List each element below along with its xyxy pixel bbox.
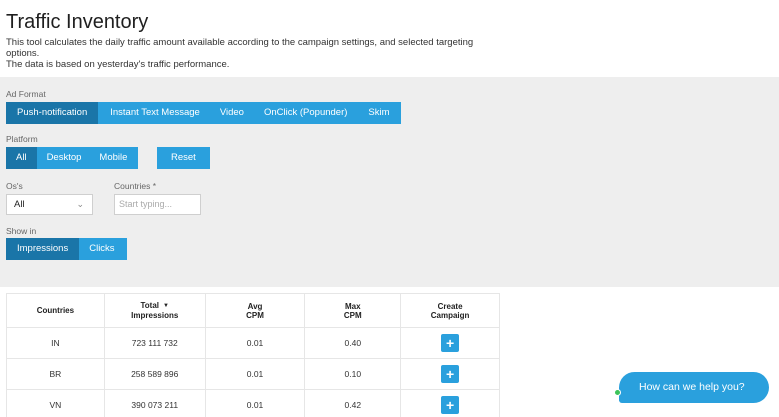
col-avg-cpm[interactable]: Avg CPM [205,293,306,328]
platform-desktop[interactable]: Desktop [37,147,92,169]
col-max-cpm-line1: Max [344,301,361,311]
ad-format-instant-text-message[interactable]: Instant Text Message [98,102,210,124]
col-create-line1: Create [437,301,463,311]
col-total-impressions-line2: Impressions [131,311,179,320]
table-row: VN 390 073 211 0.01 0.42 + [6,389,500,417]
cell-max-cpm: 0.42 [304,389,402,417]
cell-impressions: 390 073 211 [104,389,206,417]
col-create-campaign: Create Campaign [400,293,500,328]
platform-label: Platform [6,134,38,144]
table-row: IN 723 111 732 0.01 0.40 + [6,327,500,359]
countries-input[interactable]: Start typing... [114,194,201,215]
cell-country: VN [6,389,105,417]
os-select[interactable]: All ⌄ [6,194,93,215]
chat-widget-button[interactable]: How can we help you? [619,372,769,403]
page-description: This tool calculates the daily traffic a… [6,37,506,70]
cell-country: IN [6,327,105,359]
cell-create: + [400,327,500,359]
cell-avg-cpm: 0.01 [205,358,306,390]
countries-input-placeholder: Start typing... [119,199,173,209]
col-countries[interactable]: Countries [6,293,105,328]
cell-avg-cpm: 0.01 [205,327,306,359]
online-status-dot [614,389,621,396]
page-header: Traffic Inventory This tool calculates t… [0,0,779,77]
create-campaign-button[interactable]: + [441,365,460,383]
chat-widget-label: How can we help you? [639,381,745,393]
cell-create: + [400,358,500,390]
show-in-toggle: Impressions Clicks [6,238,127,260]
col-create-line2: Campaign [430,310,470,320]
show-in-label: Show in [6,226,37,236]
caret-down-icon: ▼ [163,303,169,309]
ad-format-toggle: Push-notification Instant Text Message V… [6,102,401,124]
cell-country: BR [6,358,105,390]
countries-label: Countries * [114,181,157,191]
os-select-value: All [14,199,25,210]
cell-impressions: 258 589 896 [104,358,206,390]
description-line-1: This tool calculates the daily traffic a… [6,37,474,59]
show-in-impressions[interactable]: Impressions [6,238,80,260]
show-in-clicks[interactable]: Clicks [79,238,126,260]
col-total-impressions-line1: Total [140,301,159,310]
cell-create: + [400,389,500,417]
col-avg-cpm-line2: CPM [246,310,264,320]
col-total-impressions[interactable]: Total ▼ Impressions [104,293,206,328]
col-max-cpm[interactable]: Max CPM [304,293,402,328]
description-line-2: The data is based on yesterday's traffic… [6,59,230,70]
platform-all[interactable]: All [6,147,37,169]
ad-format-video[interactable]: Video [210,102,254,124]
traffic-table: Countries Total ▼ Impressions Avg CPM Max… [6,293,500,417]
platform-toggle: All Desktop Mobile [6,147,139,169]
cell-max-cpm: 0.10 [304,358,402,390]
reset-button[interactable]: Reset [157,147,210,169]
ad-format-onclick-popunder[interactable]: OnClick (Popunder) [254,102,357,124]
col-max-cpm-line2: CPM [343,310,362,320]
cell-max-cpm: 0.40 [304,327,402,359]
chevron-down-icon: ⌄ [76,199,84,209]
create-campaign-button[interactable]: + [441,334,460,352]
traffic-table-wrap: Countries Total ▼ Impressions Avg CPM Max… [6,293,500,417]
cell-avg-cpm: 0.01 [205,389,306,417]
os-label: Os's [6,181,23,191]
col-avg-cpm-line1: Avg [247,301,263,311]
create-campaign-button[interactable]: + [441,396,460,414]
platform-mobile[interactable]: Mobile [91,147,138,169]
ad-format-skim[interactable]: Skim [357,102,400,124]
table-row: BR 258 589 896 0.01 0.10 + [6,358,500,390]
table-header-row: Countries Total ▼ Impressions Avg CPM Max… [6,293,500,328]
settings-panel: Ad Format Push-notification Instant Text… [0,77,779,287]
ad-format-push-notification[interactable]: Push-notification [6,102,99,124]
page-title: Traffic Inventory [6,11,149,33]
cell-impressions: 723 111 732 [104,327,206,359]
ad-format-label: Ad Format [6,89,46,99]
